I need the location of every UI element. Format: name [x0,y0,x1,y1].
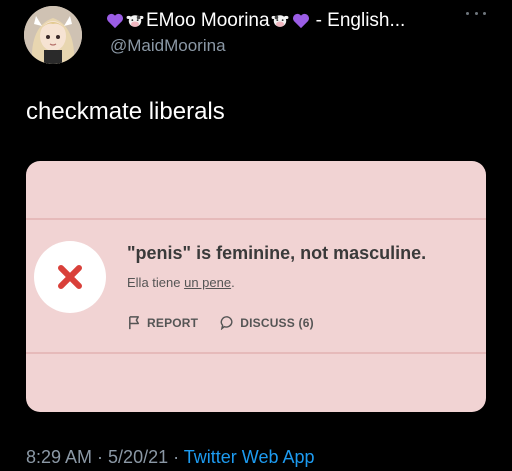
tweet-meta: 8:29 AM · 5/20/21 · Twitter Web App [26,447,315,468]
display-name[interactable]: EMoo Moorina [146,10,270,32]
sentence-highlight: un pene [184,275,232,290]
meta-separator: · [92,447,109,467]
feedback-actions: REPORT DISCUSS (6) [127,315,314,330]
comment-bubble-icon [220,316,233,330]
report-button[interactable]: REPORT [127,315,198,330]
cow-face-icon [126,15,144,27]
discuss-button[interactable]: DISCUSS (6) [220,315,314,330]
tweet-text: checkmate liberals [26,98,225,125]
user-handle[interactable]: @MaidMoorina [110,36,226,56]
meta-separator: · [168,447,184,467]
feedback-panel: "penis" is feminine, not masculine. Ella… [26,218,486,354]
report-label: REPORT [147,315,199,330]
discuss-label: DISCUSS (6) [240,315,314,330]
sentence-before: Ella tiene [127,275,185,290]
embedded-image-card[interactable]: "penis" is feminine, not masculine. Ella… [26,161,486,412]
display-name-suffix: - English... [315,10,406,31]
more-options-icon[interactable] [466,8,486,18]
display-name-row[interactable]: EMoo Moorina - English... [106,9,405,33]
wrong-x-icon [58,265,82,289]
result-badge [34,241,106,313]
sentence-after: . [231,275,235,290]
purple-heart-icon [107,13,123,29]
avatar[interactable] [24,6,82,64]
tweet-source-link[interactable]: Twitter Web App [184,447,315,467]
purple-heart-icon [292,13,309,29]
flag-icon [129,316,139,330]
tweet-time[interactable]: 8:29 AM [26,447,92,467]
feedback-sentence: Ella tiene un pene. [127,275,235,290]
tweet-date[interactable]: 5/20/21 [108,447,168,467]
cow-face-icon [271,15,289,27]
feedback-title: "penis" is feminine, not masculine. [127,243,427,263]
